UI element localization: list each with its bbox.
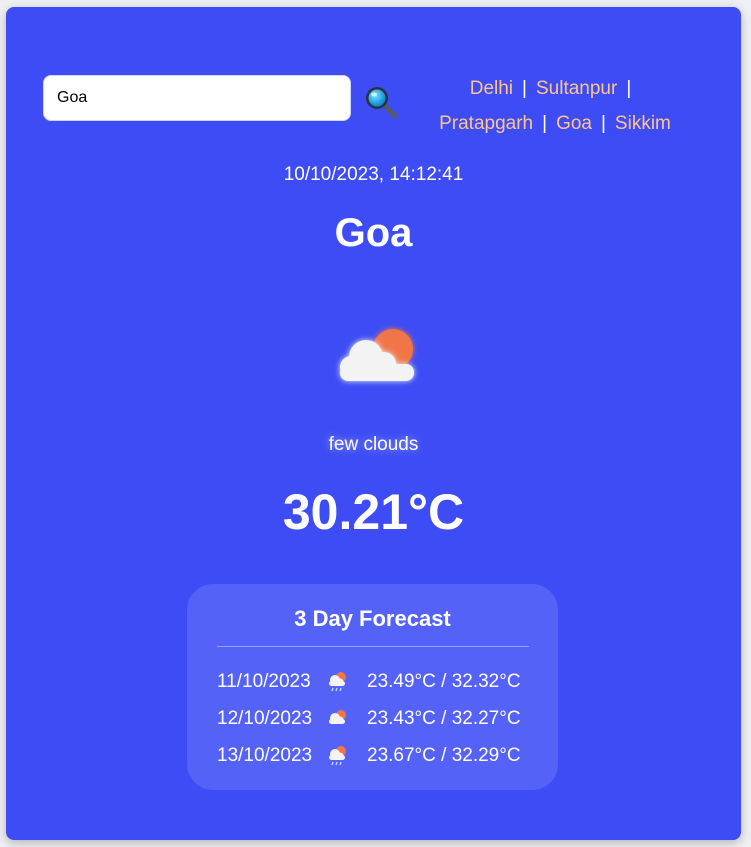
cloud-sun-icon — [324, 312, 424, 392]
forecast-panel: 3 Day Forecast 11/10/2023 23.49°C / 32.3… — [187, 584, 558, 790]
city-search-input[interactable] — [43, 75, 351, 121]
forecast-temps: 23.43°C / 32.27°C — [367, 708, 521, 729]
forecast-divider — [217, 646, 529, 647]
link-separator: | — [542, 113, 548, 134]
weather-app-card: Delhi | Sultanpur | Pratapgarh | Goa | Sikkim 1… — [6, 7, 741, 840]
city-name: Goa — [334, 211, 413, 255]
link-separator: | — [626, 78, 632, 99]
weather-description: few clouds — [328, 434, 419, 455]
city-quick-links: Delhi | Sultanpur | Pratapgarh | Goa | Sikkim — [410, 71, 700, 141]
search-icon — [366, 87, 398, 119]
cloud-rain-sun-icon — [325, 668, 349, 694]
link-separator: | — [600, 113, 606, 134]
city-link-delhi[interactable]: Delhi — [470, 78, 513, 99]
forecast-row: 13/10/2023 23.67°C / 32.29°C — [217, 742, 537, 770]
link-separator: | — [522, 78, 527, 99]
forecast-row: 11/10/2023 23.49°C / 32.32°C — [217, 668, 537, 696]
search-button[interactable] — [364, 85, 398, 119]
forecast-date: 13/10/2023 — [217, 745, 313, 766]
city-link-pratapgarh[interactable]: Pratapgarh — [439, 113, 533, 134]
current-datetime: 10/10/2023, 14:12:41 — [283, 164, 464, 185]
forecast-date: 12/10/2023 — [217, 708, 313, 729]
city-link-goa[interactable]: Goa — [556, 113, 592, 134]
city-link-sikkim[interactable]: Sikkim — [615, 113, 671, 134]
forecast-row: 12/10/2023 23.43°C / 32.27°C — [217, 705, 537, 733]
forecast-temps: 23.67°C / 32.29°C — [367, 745, 521, 766]
forecast-temps: 23.49°C / 32.32°C — [367, 671, 521, 692]
current-temperature: 30.21°C — [282, 484, 465, 540]
city-link-sultanpur[interactable]: Sultanpur — [536, 78, 617, 99]
forecast-date: 11/10/2023 — [217, 671, 311, 692]
forecast-title: 3 Day Forecast — [294, 606, 451, 631]
cloud-rain-sun-icon — [325, 742, 349, 768]
cloud-sun-icon — [325, 705, 349, 731]
